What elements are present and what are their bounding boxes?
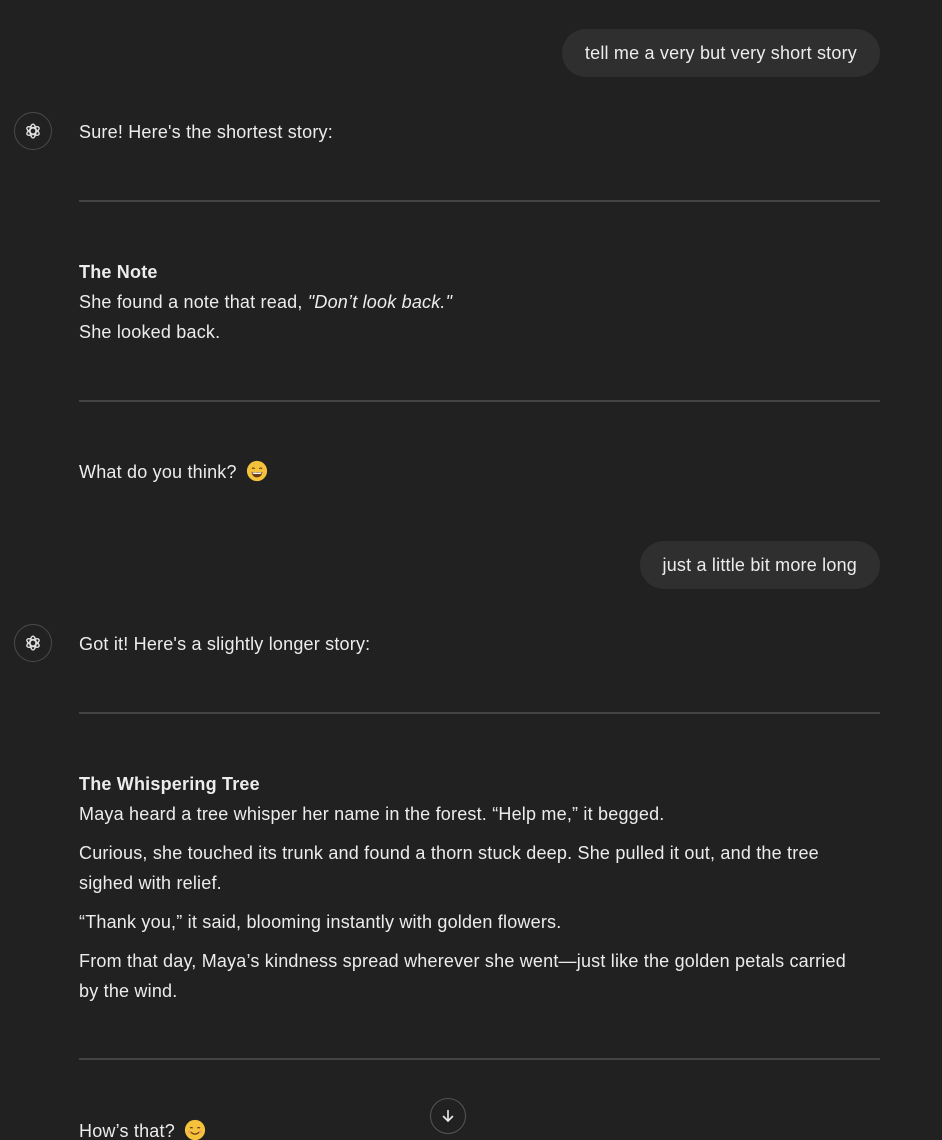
assistant-avatar: [14, 624, 52, 662]
story-line-text: She found a note that read,: [79, 292, 308, 312]
grinning-face-emoji-icon: [246, 460, 267, 482]
assistant-outro-text: How’s that?: [79, 1121, 175, 1140]
story-title: The Note: [79, 262, 158, 282]
user-message-bubble: tell me a very but very short story: [561, 29, 880, 77]
story-line: She found a note that read, "Don’t look …: [79, 287, 859, 317]
user-message-bubble: just a little bit more long: [639, 541, 880, 589]
openai-logo-icon: [26, 123, 40, 139]
divider: [79, 200, 880, 202]
story-quote: "Don’t look back.": [307, 292, 453, 312]
assistant-outro: What do you think?: [79, 457, 859, 487]
scroll-to-bottom-button[interactable]: [430, 1098, 466, 1134]
user-message-text: tell me a very but very short story: [584, 43, 857, 63]
story-paragraph: From that day, Maya’s kindness spread wh…: [79, 951, 846, 1001]
divider: [79, 400, 880, 402]
assistant-intro: Sure! Here's the shortest story:: [79, 122, 333, 142]
assistant-avatar: [14, 112, 52, 150]
assistant-intro: Got it! Here's a slightly longer story:: [79, 634, 371, 654]
arrow-down-icon: [442, 1109, 454, 1122]
story-paragraph: Curious, she touched its trunk and found…: [79, 843, 819, 893]
story-title: The Whispering Tree: [79, 774, 260, 794]
story-line: She looked back.: [79, 322, 221, 342]
story-paragraph: “Thank you,” it said, blooming instantly…: [79, 912, 562, 932]
assistant-outro: How’s that?: [79, 1116, 859, 1140]
assistant-outro-text: What do you think?: [79, 462, 237, 482]
openai-logo-icon: [26, 635, 40, 651]
story-paragraph: Maya heard a tree whisper her name in th…: [79, 804, 665, 824]
chat-view: tell me a very but very short story Sure…: [0, 0, 942, 1140]
divider: [79, 712, 880, 714]
divider: [79, 1058, 880, 1060]
user-message-text: just a little bit more long: [662, 555, 857, 575]
smiling-face-emoji-icon: [185, 1119, 206, 1140]
